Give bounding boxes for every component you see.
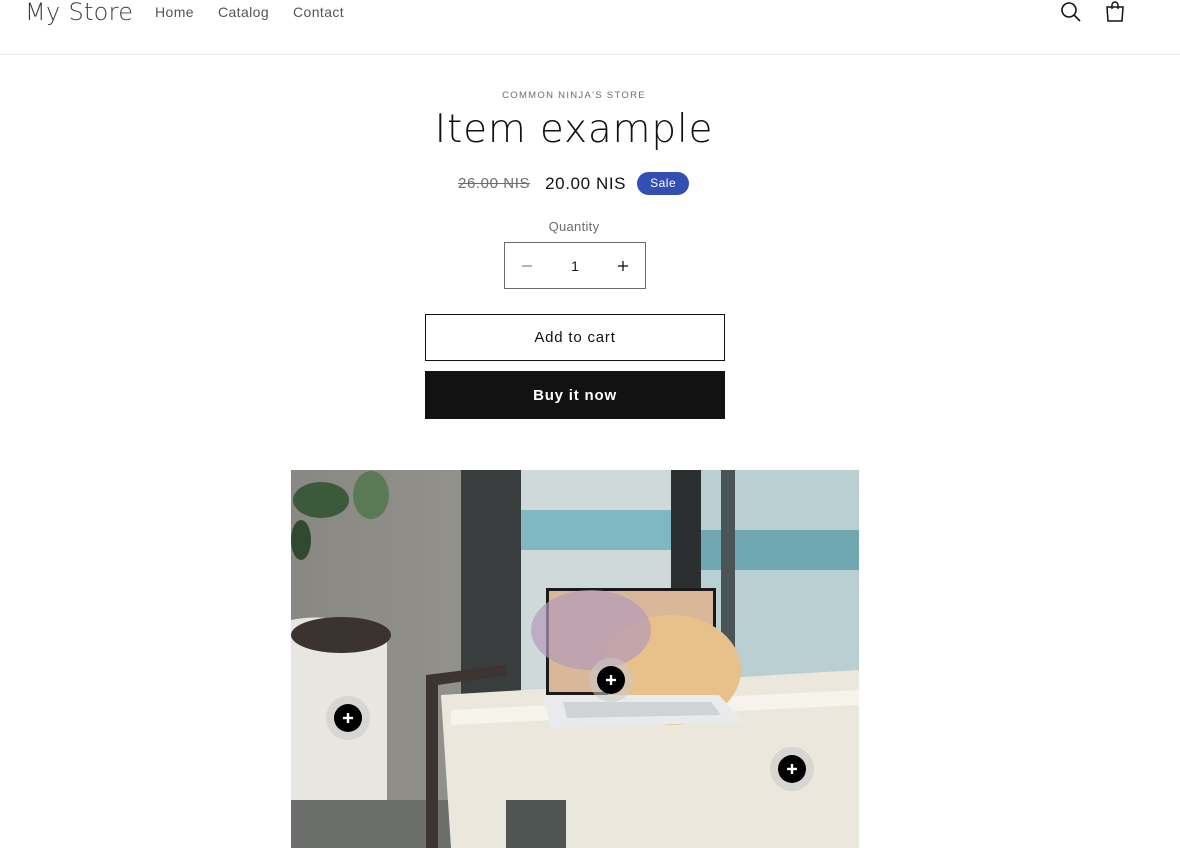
- product-image: [291, 470, 859, 848]
- plus-icon: [606, 675, 616, 685]
- quantity-stepper: [504, 242, 646, 289]
- cart-icon[interactable]: [1103, 0, 1127, 24]
- decrease-quantity-button[interactable]: [505, 243, 549, 288]
- price-row: 26.00 NIS 20.00 NIS Sale: [458, 172, 690, 195]
- plus-icon: [618, 260, 628, 271]
- main-nav: Home Catalog Contact: [155, 4, 368, 20]
- sale-badge: Sale: [637, 172, 690, 195]
- sale-price: 20.00 NIS: [545, 173, 627, 193]
- nav-catalog[interactable]: Catalog: [218, 4, 269, 20]
- regular-price: 26.00 NIS: [458, 175, 531, 192]
- product-vendor: COMMON NINJA'S STORE: [502, 90, 646, 101]
- product-title: Item example: [434, 107, 714, 152]
- increase-quantity-button[interactable]: [601, 243, 645, 288]
- quantity-label: Quantity: [548, 219, 600, 234]
- quantity-input[interactable]: [550, 257, 600, 274]
- add-to-cart-button[interactable]: Add to cart: [425, 314, 725, 361]
- nav-home[interactable]: Home: [155, 4, 194, 20]
- buy-now-button[interactable]: Buy it now: [425, 371, 725, 419]
- plus-icon: [343, 713, 353, 723]
- site-header: My Store Home Catalog Contact: [0, 0, 1180, 55]
- product-photo: [291, 470, 859, 848]
- search-icon[interactable]: [1059, 0, 1083, 24]
- store-logo[interactable]: My Store: [25, 0, 133, 26]
- minus-icon: [522, 264, 532, 267]
- hotspot-button[interactable]: [326, 696, 370, 740]
- hotspot-button[interactable]: [770, 747, 814, 791]
- hotspot-button[interactable]: [589, 658, 633, 702]
- plus-icon: [787, 764, 797, 774]
- nav-contact[interactable]: Contact: [293, 4, 344, 20]
